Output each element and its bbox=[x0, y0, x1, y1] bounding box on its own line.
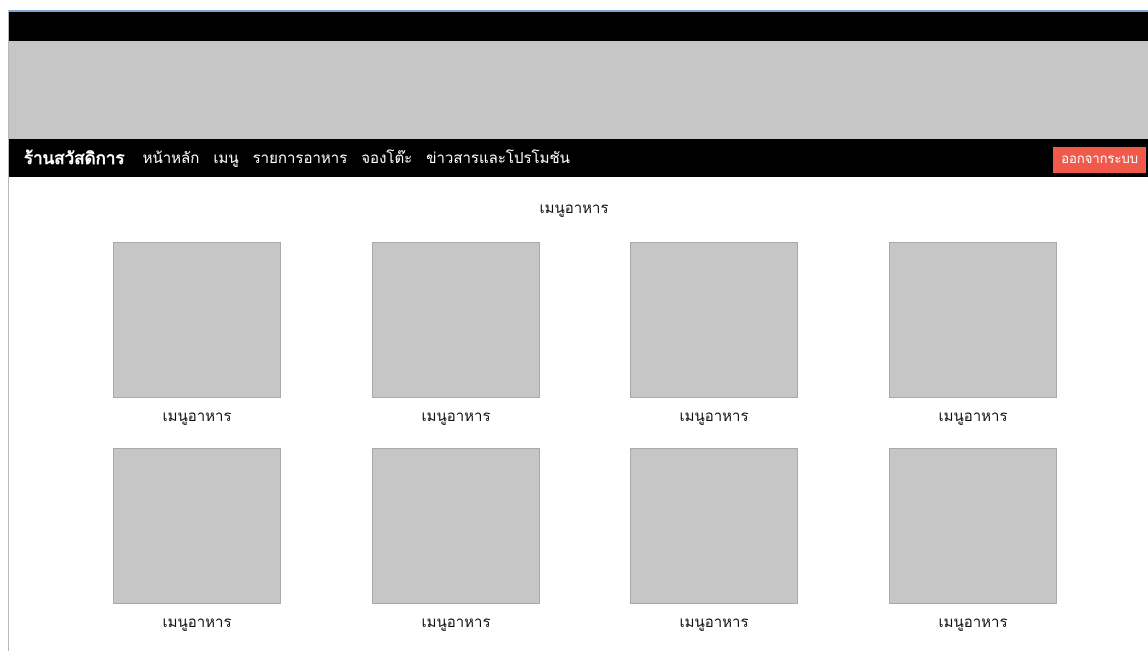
menu-label: เมนูอาหาร bbox=[162, 613, 232, 631]
menu-image-placeholder[interactable] bbox=[630, 242, 798, 398]
logout-button[interactable]: ออกจากระบบ bbox=[1053, 147, 1146, 173]
top-bar bbox=[9, 10, 1148, 41]
menu-label: เมนูอาหาร bbox=[679, 613, 749, 631]
menu-image-placeholder[interactable] bbox=[113, 242, 281, 398]
menu-card[interactable]: เมนูอาหาร bbox=[372, 242, 540, 428]
nav-reservation[interactable]: จองโต๊ะ bbox=[361, 146, 412, 170]
menu-image-placeholder[interactable] bbox=[630, 448, 798, 604]
menu-card[interactable]: เมนูอาหาร bbox=[630, 448, 798, 634]
nav-bar: ร้านสวัสดิการ หน้าหลัก เมนู รายการอาหาร … bbox=[9, 139, 1148, 177]
menu-label: เมนูอาหาร bbox=[162, 407, 232, 425]
menu-label: เมนูอาหาร bbox=[421, 613, 491, 631]
menu-label: เมนูอาหาร bbox=[679, 407, 749, 425]
page-title: เมนูอาหาร bbox=[539, 199, 609, 217]
nav-news-promotions[interactable]: ข่าวสารและโปรโมชัน bbox=[426, 146, 570, 170]
menu-card[interactable]: เมนูอาหาร bbox=[889, 242, 1057, 428]
nav-home[interactable]: หน้าหลัก bbox=[143, 146, 200, 170]
nav-food-list[interactable]: รายการอาหาร bbox=[253, 146, 348, 170]
banner-placeholder bbox=[9, 41, 1148, 139]
menu-label: เมนูอาหาร bbox=[938, 613, 1008, 631]
menu-card[interactable]: เมนูอาหาร bbox=[630, 242, 798, 428]
menu-card[interactable]: เมนูอาหาร bbox=[113, 448, 281, 634]
menu-image-placeholder[interactable] bbox=[372, 242, 540, 398]
menu-label: เมนูอาหาร bbox=[421, 407, 491, 425]
menu-image-placeholder[interactable] bbox=[113, 448, 281, 604]
menu-image-placeholder[interactable] bbox=[889, 448, 1057, 604]
menu-image-placeholder[interactable] bbox=[889, 242, 1057, 398]
menu-card[interactable]: เมนูอาหาร bbox=[113, 242, 281, 428]
menu-label: เมนูอาหาร bbox=[938, 407, 1008, 425]
menu-image-placeholder[interactable] bbox=[372, 448, 540, 604]
menu-card[interactable]: เมนูอาหาร bbox=[372, 448, 540, 634]
menu-card[interactable]: เมนูอาหาร bbox=[889, 448, 1057, 634]
nav-menu[interactable]: เมนู bbox=[213, 146, 238, 170]
site-brand[interactable]: ร้านสวัสดิการ bbox=[24, 145, 125, 172]
page: ร้านสวัสดิการ หน้าหลัก เมนู รายการอาหาร … bbox=[0, 0, 1148, 651]
